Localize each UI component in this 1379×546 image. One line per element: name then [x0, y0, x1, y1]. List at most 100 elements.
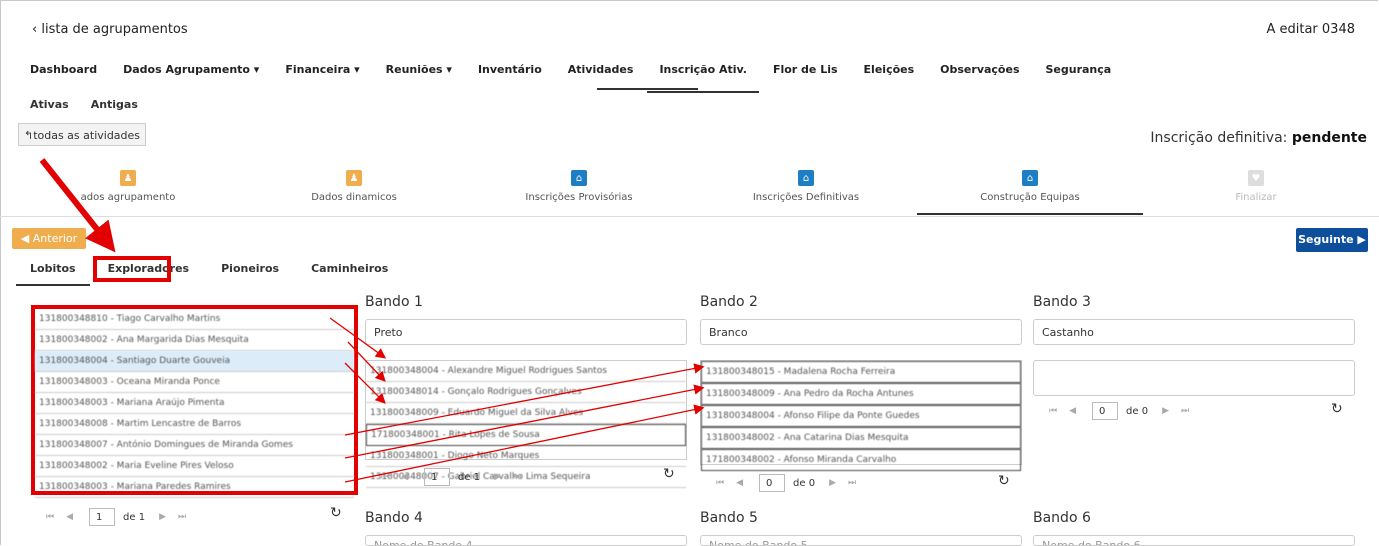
bando-3-pager: ⏮ ◀ 0 de 0 ▶ ⏭	[1043, 402, 1195, 420]
tab-caminheiros[interactable]: Caminheiros	[311, 262, 388, 275]
bando-4-name-input[interactable]: Nome do Bando 4	[365, 535, 687, 546]
nav-observacoes[interactable]: Observações	[940, 63, 1033, 91]
heart-icon: ♥	[1248, 170, 1264, 186]
list-item[interactable]: 131800348008 - Martim Lencastre de Barro…	[35, 414, 354, 435]
page-input[interactable]: 1	[89, 508, 116, 526]
main-nav: Dashboard Dados Agrupamento ▾ Financeira…	[30, 63, 1137, 93]
next-label: Seguinte	[1298, 233, 1354, 246]
step-label: Inscrições Definitivas	[752, 192, 860, 203]
status-value: pendente	[1291, 130, 1367, 146]
last-page-icon[interactable]: ⏭	[848, 478, 856, 488]
first-page-icon[interactable]: ⏮	[381, 472, 389, 482]
list-item[interactable]: 131800348002 - Ana Catarina Dias Mesquit…	[701, 427, 1021, 449]
step-label: Construção Equipas	[980, 192, 1080, 203]
last-page-icon[interactable]: ⏭	[178, 512, 186, 522]
tab-lobitos[interactable]: Lobitos	[16, 262, 90, 286]
next-page-icon[interactable]: ▶	[159, 512, 166, 522]
nav-financeira[interactable]: Financeira ▾	[285, 63, 373, 91]
prev-page-icon[interactable]: ◀	[66, 512, 73, 522]
list-item[interactable]: 131800348001 - Diogo Neto Marques	[366, 446, 686, 467]
bando-2-name-input[interactable]: Branco	[700, 319, 1022, 345]
refresh-icon[interactable]: ↻	[330, 505, 342, 521]
back-link-label: lista de agrupamentos	[41, 22, 188, 37]
prev-page-icon[interactable]: ◀	[1069, 406, 1076, 416]
arrow-left-icon: ◀	[20, 232, 30, 245]
next-page-icon[interactable]: ▶	[494, 472, 501, 482]
all-activities-button[interactable]: ↰todas as atividades	[18, 123, 146, 146]
list-item[interactable]: 131800348004 - Alexandre Miguel Rodrigue…	[366, 361, 686, 382]
user-icon: ♟	[346, 170, 362, 186]
list-item[interactable]: 131800348004 - Santiago Duarte Gouveia	[35, 351, 354, 372]
nav-atividades[interactable]: Atividades	[568, 63, 648, 91]
last-page-icon[interactable]: ⏭	[1181, 406, 1189, 416]
step-construcao-equipas[interactable]: ⌂ Construção Equipas	[940, 170, 1120, 203]
previous-label: Anterior	[32, 232, 78, 245]
list-item[interactable]: 171800348002 - Afonso Miranda Carvalho	[701, 449, 1021, 471]
page-count: de 0	[793, 477, 816, 489]
nav-active-underline	[597, 88, 698, 90]
back-link[interactable]: ‹ lista de agrupamentos	[32, 22, 188, 37]
last-page-icon[interactable]: ⏭	[513, 472, 521, 482]
refresh-icon[interactable]: ↻	[1331, 401, 1343, 417]
nav-inscricao-ativ[interactable]: Inscrição Ativ.	[647, 63, 761, 93]
nav-reunioes[interactable]: Reuniões ▾	[386, 63, 466, 91]
prev-page-icon[interactable]: ◀	[401, 472, 408, 482]
source-pager: ⏮ ◀ 1 de 1 ▶ ⏭	[40, 508, 192, 526]
list-item[interactable]: 131800348009 - Eduardo Miguel da Silva A…	[366, 403, 686, 424]
first-page-icon[interactable]: ⏮	[1049, 406, 1057, 416]
refresh-icon[interactable]: ↻	[663, 466, 675, 482]
list-item[interactable]: 131800348002 - Ana Margarida Dias Mesqui…	[35, 330, 354, 351]
nav-eleicoes[interactable]: Eleições	[864, 63, 929, 91]
list-item[interactable]: 131800348810 - Tiago Carvalho Martins	[35, 309, 354, 330]
active-step-underline	[917, 213, 1143, 215]
bando-5-name-input[interactable]: Nome do Bando 5	[700, 535, 1022, 546]
list-item[interactable]: 131800348007 - António Domingues de Mira…	[35, 435, 354, 456]
page-input[interactable]: 0	[1092, 402, 1119, 420]
step-label: Finalizar	[1235, 192, 1277, 203]
bando-1-name-input[interactable]: Preto	[365, 319, 687, 345]
step-dados-dinamicos[interactable]: ♟ Dados dinamicos	[264, 170, 444, 203]
nav-flor-de-lis[interactable]: Flor de Lis	[773, 63, 852, 91]
page-input[interactable]: 1	[424, 468, 451, 486]
page-input[interactable]: 0	[759, 474, 786, 492]
next-button[interactable]: Seguinte ▶	[1296, 228, 1368, 252]
bando-3-name-input[interactable]: Castanho	[1033, 319, 1355, 345]
step-inscricoes-provisorias[interactable]: ⌂ Inscrições Provisórias	[489, 170, 669, 203]
bando-1-title: Bando 1	[365, 294, 423, 310]
list-item[interactable]: 131800348002 - Maria Eveline Pires Velos…	[35, 456, 354, 477]
first-page-icon[interactable]: ⏮	[716, 478, 724, 488]
bando-2-title: Bando 2	[700, 294, 758, 310]
next-page-icon[interactable]: ▶	[829, 478, 836, 488]
tab-ativas[interactable]: Ativas	[30, 98, 69, 111]
next-page-icon[interactable]: ▶	[1162, 406, 1169, 416]
page-count: de 1	[123, 511, 146, 523]
nav-inventario[interactable]: Inventário	[478, 63, 556, 91]
list-item[interactable]: 131800348003 - Oceana Miranda Ponce	[35, 372, 354, 393]
nav-seguranca[interactable]: Segurança	[1046, 63, 1126, 91]
step-label: ados agrupamento	[80, 192, 176, 203]
bando-6-name-input[interactable]: Nome do Bando 6	[1033, 535, 1355, 546]
prev-page-icon[interactable]: ◀	[736, 478, 743, 488]
step-inscricoes-definitivas[interactable]: ⌂ Inscrições Definitivas	[716, 170, 896, 203]
all-activities-label: todas as atividades	[33, 129, 141, 142]
list-item[interactable]: 171800348001 - Rita Lopes de Sousa	[366, 424, 686, 446]
step-finalizar: ♥ Finalizar	[1166, 170, 1346, 203]
list-item[interactable]: 131800348015 - Madalena Rocha Ferreira	[701, 361, 1021, 383]
nav-dashboard[interactable]: Dashboard	[30, 63, 111, 91]
section-tabs: Lobitos Exploradores Pioneiros Caminheir…	[16, 262, 420, 286]
refresh-icon[interactable]: ↻	[998, 473, 1010, 489]
first-page-icon[interactable]: ⏮	[46, 512, 54, 522]
tab-pioneiros[interactable]: Pioneiros	[221, 262, 279, 275]
list-item[interactable]: 131800348014 - Gonçalo Rodrigues Gonçalv…	[366, 382, 686, 403]
nav-dados-agrupamento[interactable]: Dados Agrupamento ▾	[123, 63, 273, 91]
list-item[interactable]: 131800348009 - Ana Pedro da Rocha Antune…	[701, 383, 1021, 405]
list-item[interactable]: 131800348003 - Mariana Paredes Ramires	[35, 477, 354, 498]
bando-2-members-list: 131800348015 - Madalena Rocha Ferreira 1…	[700, 360, 1022, 471]
previous-button[interactable]: ◀ Anterior	[12, 228, 86, 249]
bando-5-title: Bando 5	[700, 510, 758, 526]
step-dados-agrupamento[interactable]: ♟ ados agrupamento	[38, 170, 218, 203]
list-item[interactable]: 131800348004 - Afonso Filipe da Ponte Gu…	[701, 405, 1021, 427]
list-item[interactable]: 131800348003 - Mariana Araújo Pimenta	[35, 393, 354, 414]
divider	[0, 216, 1379, 217]
tab-antigas[interactable]: Antigas	[91, 98, 138, 111]
